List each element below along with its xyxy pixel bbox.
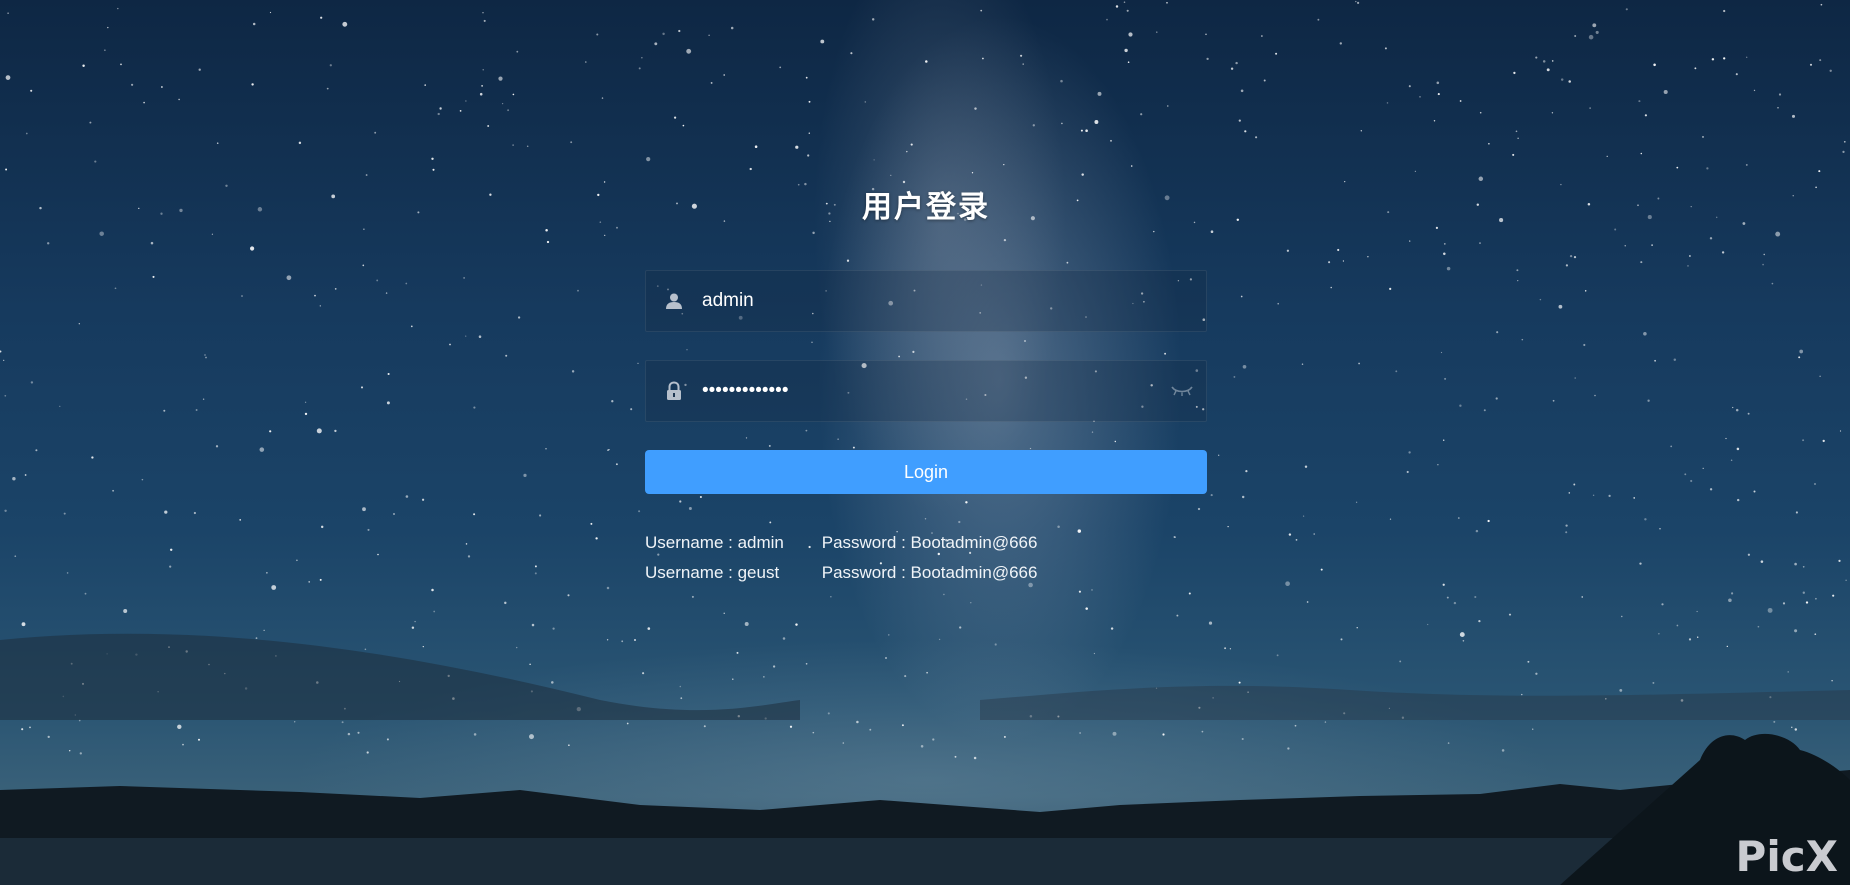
hint-username: Username : admin bbox=[645, 533, 784, 552]
hint-password: Password : Bootadmin@666 bbox=[821, 533, 1038, 552]
watermark-logo: PicX bbox=[1735, 832, 1838, 881]
password-field[interactable] bbox=[645, 360, 1207, 422]
login-form: 用户登录 Login bbox=[645, 190, 1207, 588]
lock-icon bbox=[646, 381, 702, 401]
hint-username: Username : geust bbox=[645, 563, 780, 582]
user-icon bbox=[646, 292, 702, 310]
username-field[interactable] bbox=[645, 270, 1207, 332]
hint-password: Password : Bootadmin@666 bbox=[821, 563, 1038, 582]
credentials-hint: Username : admin Password : Bootadmin@66… bbox=[645, 528, 1207, 588]
username-input[interactable] bbox=[702, 273, 1206, 329]
hint-row-guest: Username : geust Password : Bootadmin@66… bbox=[645, 558, 1207, 588]
page-title: 用户登录 bbox=[862, 191, 990, 224]
password-input[interactable] bbox=[702, 363, 1158, 419]
login-button[interactable]: Login bbox=[645, 450, 1207, 494]
hint-row-admin: Username : admin Password : Bootadmin@66… bbox=[645, 528, 1207, 558]
eye-closed-icon[interactable] bbox=[1158, 385, 1206, 397]
